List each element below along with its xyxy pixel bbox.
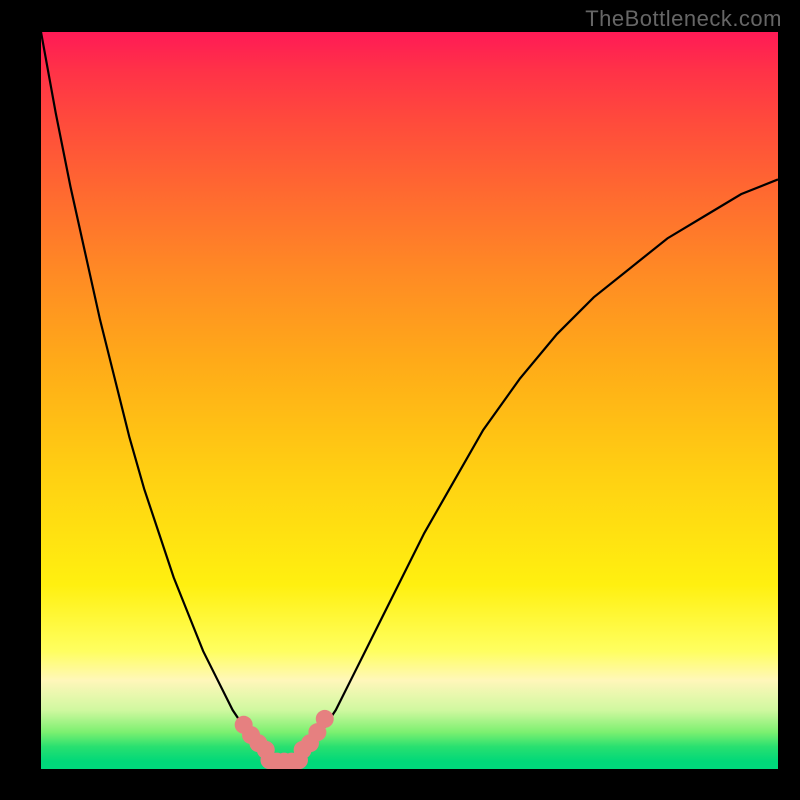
highlight-dot — [316, 710, 334, 728]
highlight-dots — [235, 710, 334, 769]
plot-area — [41, 32, 778, 769]
curve-path — [41, 32, 778, 762]
curve-svg — [41, 32, 778, 769]
chart-frame: TheBottleneck.com — [0, 0, 800, 800]
watermark-text: TheBottleneck.com — [585, 6, 782, 32]
